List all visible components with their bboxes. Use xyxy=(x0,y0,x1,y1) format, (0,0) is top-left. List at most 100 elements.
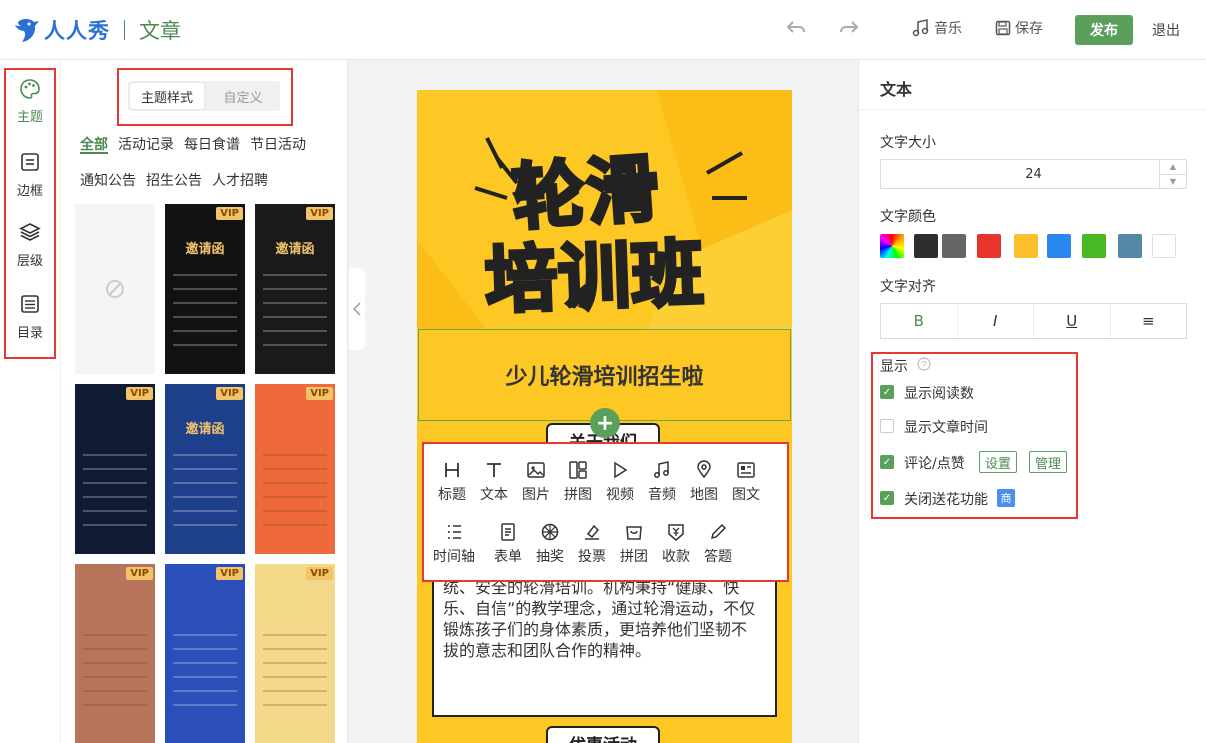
color-swatch[interactable] xyxy=(977,234,1001,258)
layers-icon xyxy=(19,223,41,241)
thumb-placeholder-line xyxy=(173,704,237,706)
checkbox-read-count[interactable]: ✓ xyxy=(880,385,894,399)
theme-thumb[interactable]: 邀请函 VIP xyxy=(255,204,335,374)
insert-quiz-button[interactable]: 答题 xyxy=(696,522,740,566)
save-button[interactable]: 保存 xyxy=(995,18,1043,38)
category-all[interactable]: 全部 xyxy=(80,134,108,154)
stepper-down-icon[interactable]: ▼ xyxy=(1160,175,1186,189)
theme-thumb-none[interactable] xyxy=(75,204,155,374)
thumb-placeholder-line xyxy=(263,496,327,498)
underline-button[interactable]: U xyxy=(1034,304,1111,338)
insert-text-button[interactable]: 文本 xyxy=(472,460,516,504)
checkbox-disable-flowers[interactable]: ✓ xyxy=(880,491,894,505)
nav-item-toc[interactable]: 目录 xyxy=(0,294,60,341)
settings-button[interactable]: 设置 xyxy=(979,451,1018,473)
insert-collage-button[interactable]: 拼图 xyxy=(556,460,600,504)
nav-label-layers: 层级 xyxy=(16,254,43,269)
insert-map-button[interactable]: 地图 xyxy=(682,460,726,504)
hero-banner[interactable]: 轮滑 培训班 xyxy=(417,90,792,330)
insert-lottery-button[interactable]: 抽奖 xyxy=(528,522,572,566)
group-buy-icon xyxy=(626,526,642,540)
thumb-placeholder-line xyxy=(83,510,147,512)
color-swatch[interactable] xyxy=(1014,234,1038,258)
color-swatch[interactable] xyxy=(914,234,938,258)
category-recruitment[interactable]: 人才招聘 xyxy=(212,170,268,190)
stepper-up-icon[interactable]: ▲ xyxy=(1160,160,1186,175)
publish-button[interactable]: 发布 xyxy=(1075,15,1133,45)
color-picker-swatch[interactable] xyxy=(880,234,904,258)
music-button[interactable]: 音乐 xyxy=(912,18,962,38)
checkbox-comment-like[interactable]: ✓ xyxy=(880,455,894,469)
thumb-placeholder-line xyxy=(83,468,147,470)
bold-button[interactable]: B xyxy=(881,304,958,338)
insert-form-button[interactable]: 表单 xyxy=(486,522,530,566)
insert-image-text-button[interactable]: 图文 xyxy=(724,460,768,504)
font-size-stepper: ▲ ▼ xyxy=(1159,160,1186,188)
collapse-panel-button[interactable] xyxy=(349,268,365,350)
theme-thumb[interactable]: 邀请函 VIP xyxy=(165,384,245,554)
color-swatch[interactable] xyxy=(942,234,966,258)
thumb-placeholder-line xyxy=(173,496,237,498)
nav-item-border[interactable]: 边框 xyxy=(0,152,60,199)
insert-label: 文本 xyxy=(480,487,508,503)
insert-group-buy-button[interactable]: 拼团 xyxy=(612,522,656,566)
category-notice[interactable]: 通知公告 xyxy=(80,170,136,190)
category-enrollment[interactable]: 招生公告 xyxy=(146,170,202,190)
redo-button[interactable] xyxy=(840,20,858,36)
text-icon xyxy=(487,463,501,477)
manage-button[interactable]: 管理 xyxy=(1029,451,1068,473)
undo-button[interactable] xyxy=(787,20,805,36)
thumb-placeholder-line xyxy=(173,288,237,290)
insert-label: 投票 xyxy=(578,549,606,565)
category-recipe[interactable]: 每日食谱 xyxy=(184,134,240,154)
hero-title-line2: 培训班 xyxy=(482,229,708,325)
insert-payment-button[interactable]: 收款 xyxy=(654,522,698,566)
color-swatch[interactable] xyxy=(1118,234,1142,258)
thumb-placeholder-line xyxy=(263,676,327,678)
insert-label: 标题 xyxy=(438,487,466,503)
nav-item-theme[interactable]: 主题 xyxy=(0,78,60,125)
insert-video-button[interactable]: 视频 xyxy=(598,460,642,504)
list-icon xyxy=(21,295,39,313)
insert-heading-button[interactable]: 标题 xyxy=(430,460,474,504)
theme-thumb[interactable]: VIP xyxy=(255,564,335,743)
thumb-placeholder-line xyxy=(173,690,237,692)
checkbox-article-time[interactable] xyxy=(880,419,894,433)
insert-audio-button[interactable]: 音频 xyxy=(640,460,684,504)
brand[interactable]: 人人秀 文章 xyxy=(14,15,181,45)
color-swatch[interactable] xyxy=(1082,234,1106,258)
help-icon[interactable]: ? xyxy=(917,357,931,371)
thumb-title: 邀请函 xyxy=(185,422,225,437)
align-button[interactable]: ≡ xyxy=(1111,304,1187,338)
vote-icon xyxy=(585,524,600,540)
insert-component-toolbar: 标题 文本 图片 拼图 视频 音频 地图 图文 时间轴 表单 抽奖 投票 拼团 收款 答题 xyxy=(422,442,789,582)
color-swatch[interactable] xyxy=(1152,234,1176,258)
vip-badge: VIP xyxy=(216,387,243,400)
font-size-input[interactable]: 24 ▲ ▼ xyxy=(880,159,1187,189)
theme-thumb[interactable]: VIP xyxy=(165,564,245,743)
exit-button[interactable]: 退出 xyxy=(1152,20,1180,40)
add-block-button[interactable]: + xyxy=(590,408,620,438)
category-holiday[interactable]: 节日活动 xyxy=(250,134,306,154)
body-text[interactable]: 统、安全的轮滑培训。机构秉持“健康、快乐、自信”的教学理念，通过轮滑运动，不仅锻… xyxy=(443,577,761,661)
thumb-placeholder-line xyxy=(263,316,327,318)
thumb-placeholder-line xyxy=(263,634,327,636)
theme-thumb[interactable]: VIP xyxy=(255,384,335,554)
segment-custom[interactable]: 自定义 xyxy=(206,81,280,111)
thumb-placeholder-line xyxy=(83,648,147,650)
insert-label: 时间轴 xyxy=(433,549,475,565)
theme-thumb[interactable]: VIP xyxy=(75,384,155,554)
nav-item-layers[interactable]: 层级 xyxy=(0,222,60,269)
color-swatch[interactable] xyxy=(1047,234,1071,258)
italic-button[interactable]: I xyxy=(958,304,1034,338)
section-pill-promo[interactable]: 优惠活动 xyxy=(546,726,660,743)
insert-timeline-button[interactable]: 时间轴 xyxy=(432,522,476,566)
theme-thumb[interactable]: VIP xyxy=(75,564,155,743)
theme-thumb[interactable]: 邀请函 VIP xyxy=(165,204,245,374)
insert-vote-button[interactable]: 投票 xyxy=(570,522,614,566)
category-activity[interactable]: 活动记录 xyxy=(118,134,174,154)
insert-image-button[interactable]: 图片 xyxy=(514,460,558,504)
insert-label: 答题 xyxy=(704,549,732,565)
segment-theme-style[interactable]: 主题样式 xyxy=(130,83,204,109)
thumb-placeholder-line xyxy=(173,468,237,470)
